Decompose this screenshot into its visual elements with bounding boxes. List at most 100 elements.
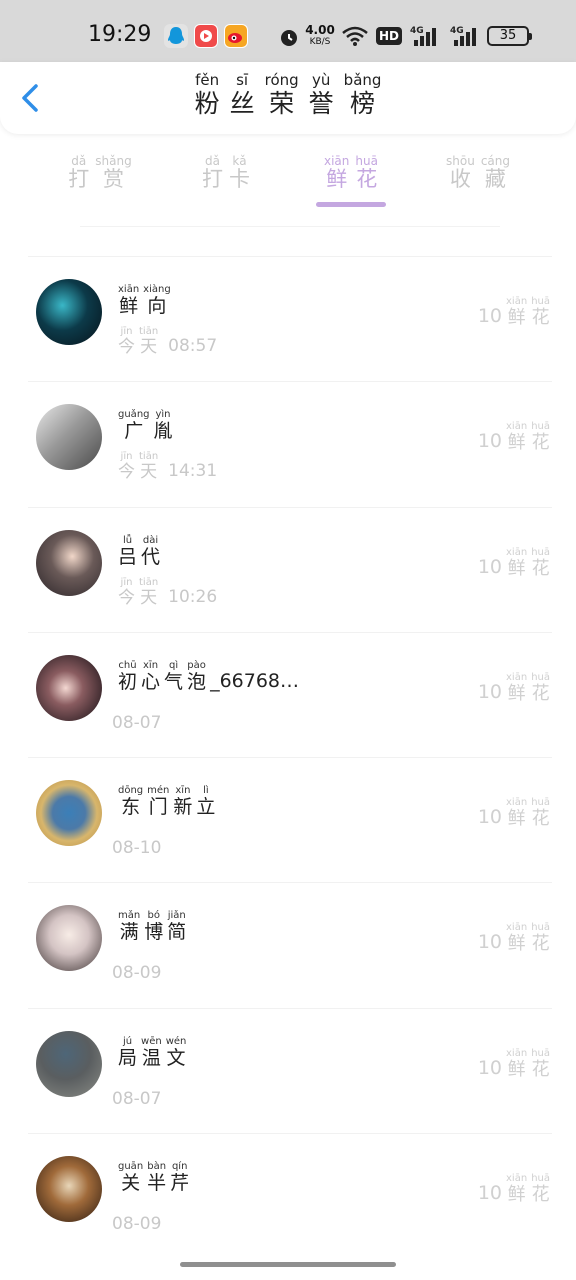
ruby-char: dài 代 xyxy=(141,534,160,567)
pinyin: kǎ xyxy=(232,154,247,168)
hanzi: 花 xyxy=(531,808,550,830)
pinyin: yù xyxy=(311,71,331,89)
fan-name: guān 关 bàn 半 qín 芹 xyxy=(116,1154,191,1193)
hanzi: 新 xyxy=(173,796,193,819)
flower-count: 10 xiān 鲜 huā 花 xyxy=(478,1174,552,1205)
battery-indicator: 35 xyxy=(487,26,532,46)
qq-icon xyxy=(164,24,188,48)
hanzi: 鲜 xyxy=(507,933,526,955)
pinyin: shōu xyxy=(446,154,475,168)
timestamp: 08-09 xyxy=(112,1214,162,1235)
avatar[interactable] xyxy=(36,279,102,345)
avatar[interactable] xyxy=(36,905,102,972)
hanzi: 鲜 xyxy=(507,307,526,328)
pinyin: jīn xyxy=(120,576,133,588)
timestamp: 10:26 xyxy=(168,586,218,607)
fan-name: guǎng 广 yìn 胤 xyxy=(116,402,175,441)
ruby-char: guān 关 xyxy=(118,1162,143,1193)
pinyin: tiān xyxy=(139,451,159,463)
tab-flowers[interactable]: xiān 鲜 huā 花 xyxy=(301,150,401,208)
gift-count: 10 xyxy=(477,555,503,578)
fan-name: xiān 鲜 xiàng 向 xyxy=(116,277,173,316)
pinyin: huā xyxy=(531,922,550,934)
list-item[interactable]: guān 关 bàn 半 qín 芹 08-09 10 xiān 鲜 huā 花 xyxy=(28,1133,552,1258)
ruby-char: huā 花 xyxy=(355,155,378,190)
ruby-char: xiān 鲜 xyxy=(506,297,527,327)
avatar[interactable] xyxy=(36,529,102,596)
fan-name: lǚ 吕 dài 代 xyxy=(116,528,162,567)
list-item[interactable]: mǎn 满 bó 博 jiǎn 简 08-09 10 xiān 鲜 huā 花 xyxy=(28,882,552,1007)
tab-reward[interactable]: dǎ 打 shǎng 赏 xyxy=(50,150,150,208)
header: fěn 粉 sī 丝 róng 荣 yù 誉 bǎng 榜 xyxy=(0,62,576,134)
list-item[interactable]: chū 初 xīn 心 qì 气 pào 泡 _66768… 08-07 10 xiān 鲜 huā 花 xyxy=(28,631,552,757)
fan-list: xiān 鲜 xiàng 向 jīn 今 tiān 天 08:57 10 xiān 鲜 huā 花 guǎn… xyxy=(0,256,576,1258)
ruby-char: huā 花 xyxy=(531,923,550,953)
timestamp: 08-07 xyxy=(112,712,162,733)
pinyin: jīn xyxy=(120,326,133,337)
hanzi: 榜 xyxy=(350,89,376,118)
network-speed-value: 4.00 xyxy=(305,23,335,37)
pinyin: dǎ xyxy=(205,154,220,168)
signal-icon: 4G xyxy=(410,24,442,51)
home-indicator[interactable] xyxy=(180,1262,396,1267)
pinyin: huā xyxy=(355,154,378,168)
avatar[interactable] xyxy=(36,1156,102,1223)
pinyin: xiān xyxy=(506,797,528,809)
hanzi: 简 xyxy=(167,921,187,944)
tab-favorites[interactable]: shōu 收 cáng 藏 xyxy=(428,150,528,208)
list-item[interactable]: guǎng 广 yìn 胤 jīn 今 tiān 天 14:31 10 xiān 鲜 huā 花 xyxy=(28,381,552,506)
ruby-char: cáng 藏 xyxy=(481,155,510,190)
status-time: 19:29 xyxy=(88,22,152,47)
gift-count: 10 xyxy=(477,1056,503,1079)
avatar[interactable] xyxy=(36,404,102,471)
hanzi: 花 xyxy=(531,432,550,454)
ruby-char: qín 芹 xyxy=(170,1162,189,1193)
status-bar: 19:29 4.00 KB/S HD 4G 4G 35 xyxy=(0,0,576,62)
ruby-char: huā 花 xyxy=(531,1174,550,1204)
pinyin: mǎn xyxy=(118,910,141,922)
list-item[interactable]: jú 局 wēn 温 wén 文 08-07 10 xiān 鲜 huā 花 xyxy=(28,1007,552,1133)
pinyin: xiān xyxy=(506,296,528,307)
ruby-char: dōng 东 xyxy=(118,786,143,817)
ruby-char: huā 花 xyxy=(531,422,550,452)
hanzi: 今 xyxy=(118,587,135,608)
avatar[interactable] xyxy=(36,654,102,721)
avatar[interactable] xyxy=(36,780,102,847)
fan-name: mǎn 满 bó 博 jiǎn 简 xyxy=(116,903,188,942)
ruby-char: xiān 鲜 xyxy=(506,1174,527,1204)
pinyin: cáng xyxy=(480,154,510,168)
ruby-char: xiān 鲜 xyxy=(506,923,527,953)
list-item[interactable]: dōng 东 mén 门 xīn 新 lì 立 08-10 10 xiān 鲜 huā 花 xyxy=(28,757,552,882)
hanzi: 泡 xyxy=(187,670,207,693)
gift-count: 10 xyxy=(477,305,503,327)
hanzi: 鲜 xyxy=(507,808,526,830)
list-item[interactable]: lǚ 吕 dài 代 jīn 今 tiān 天 10:26 10 xiān 鲜 huā 花 xyxy=(28,506,552,632)
pinyin: tiān xyxy=(139,576,159,588)
ruby-char: lì 立 xyxy=(196,786,215,817)
pinyin: xiān xyxy=(506,922,528,934)
hanzi: 门 xyxy=(148,796,168,819)
list-item[interactable]: xiān 鲜 xiàng 向 jīn 今 tiān 天 08:57 10 xiān 鲜 huā 花 xyxy=(28,256,552,381)
weibo-icon xyxy=(224,24,248,48)
pinyin: xiān xyxy=(506,1173,528,1185)
ruby-char: róng 荣 xyxy=(265,73,299,117)
timestamp: 08:57 xyxy=(168,336,218,356)
hanzi: 立 xyxy=(196,796,216,819)
hanzi: 满 xyxy=(119,921,139,944)
pinyin: bó xyxy=(147,910,160,922)
avatar[interactable] xyxy=(36,1030,102,1097)
ruby-char: huā 花 xyxy=(531,672,550,703)
pinyin: lǚ xyxy=(122,534,133,546)
gift-count: 10 xyxy=(477,430,503,453)
alarm-icon xyxy=(278,26,300,51)
pinyin: dài xyxy=(142,534,159,546)
pinyin: xīn xyxy=(175,785,191,797)
pinyin: qì xyxy=(168,659,179,671)
hanzi: 鲜 xyxy=(326,167,348,191)
hanzi: 博 xyxy=(144,921,164,944)
pinyin: sī xyxy=(236,71,249,89)
tab-checkin[interactable]: dǎ 打 kǎ 卡 xyxy=(176,150,276,208)
pinyin: jú xyxy=(122,1035,133,1047)
pinyin: wēn xyxy=(141,1035,162,1047)
pinyin: lì xyxy=(203,785,209,797)
